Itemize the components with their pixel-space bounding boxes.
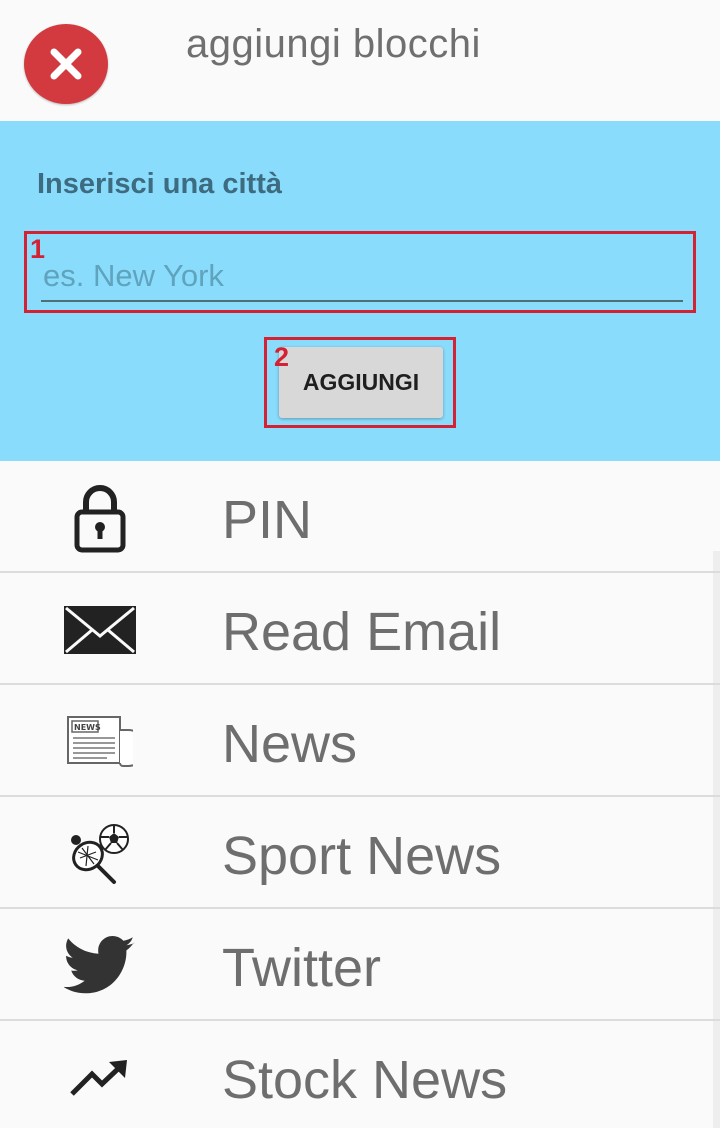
trending-up-icon: [55, 1043, 145, 1113]
button-highlight-box: AGGIUNGI: [264, 337, 456, 428]
newspaper-icon-text: NEWS: [74, 723, 101, 732]
app-header: aggiungi blocchi: [0, 0, 720, 121]
blocks-list: PIN Read Email NEWS News Sport News Twit…: [0, 461, 720, 1128]
lock-icon: [55, 483, 145, 553]
input-highlight-box: [24, 231, 696, 313]
list-item-news[interactable]: NEWS News: [0, 685, 720, 797]
annotation-marker-2: 2: [274, 342, 290, 372]
envelope-icon: [55, 595, 145, 665]
list-item-label: News: [222, 714, 358, 774]
sports-icon: [55, 819, 145, 889]
close-icon: [50, 48, 82, 80]
annotation-marker-1: 1: [30, 234, 46, 264]
add-city-panel: Inserisci una città 1 AGGIUNGI 2: [0, 121, 720, 461]
city-field-label: Inserisci una città: [37, 168, 282, 200]
list-item-stock-news[interactable]: Stock News: [0, 1021, 720, 1128]
twitter-bird-icon: [55, 931, 145, 1001]
list-item-sport-news[interactable]: Sport News: [0, 797, 720, 909]
list-item-label: Twitter: [222, 938, 382, 998]
list-item-twitter[interactable]: Twitter: [0, 909, 720, 1021]
list-item-read-email[interactable]: Read Email: [0, 573, 720, 685]
newspaper-icon: NEWS: [55, 707, 145, 777]
list-item-pin[interactable]: PIN: [0, 461, 720, 573]
page-title: aggiungi blocchi: [186, 22, 481, 66]
close-button[interactable]: [24, 24, 108, 104]
add-button[interactable]: AGGIUNGI: [279, 347, 443, 418]
list-item-label: PIN: [222, 490, 313, 550]
list-item-label: Stock News: [222, 1050, 508, 1110]
list-item-label: Read Email: [222, 602, 502, 662]
city-input[interactable]: [41, 252, 683, 302]
list-item-label: Sport News: [222, 826, 502, 886]
